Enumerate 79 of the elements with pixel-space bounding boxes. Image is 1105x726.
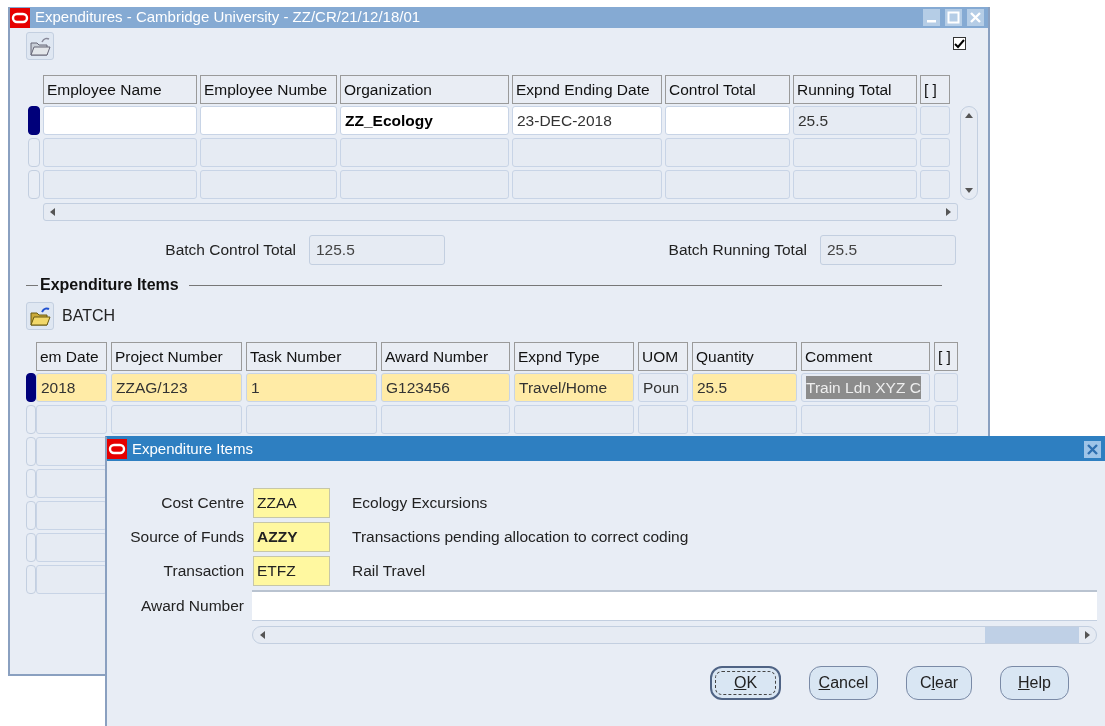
window-title: Expenditures - Cambridge University - ZZ/CR/21/12/18/01 [35, 7, 421, 28]
column-header[interactable]: Expnd Ending Date [512, 75, 662, 104]
table-cell[interactable]: 2018 [36, 373, 107, 402]
left-arrow-icon[interactable] [48, 207, 57, 217]
table-cell [638, 405, 688, 434]
checkmark-icon [954, 38, 965, 49]
field-label: Cost Centre [160, 493, 244, 514]
table-cell [934, 405, 958, 434]
up-arrow-icon[interactable] [964, 111, 974, 119]
column-header[interactable]: UOM [638, 342, 688, 371]
table-cell[interactable]: 1 [246, 373, 377, 402]
field-label: Source of Funds [129, 527, 244, 548]
field-label: Batch Running Total [667, 240, 807, 261]
vertical-scrollbar[interactable] [960, 106, 978, 200]
left-arrow-icon[interactable] [258, 630, 267, 640]
input-field[interactable] [252, 590, 1097, 621]
input-field[interactable]: ZZAA [253, 488, 330, 518]
scrollbar-thumb[interactable] [985, 627, 1079, 643]
table-cell: 25.5 [793, 106, 917, 135]
column-header[interactable]: Quantity [692, 342, 797, 371]
checkbox[interactable] [953, 37, 966, 50]
table-cell[interactable]: 25.5 [692, 373, 797, 402]
column-header[interactable]: Task Number [246, 342, 377, 371]
oracle-logo-icon [10, 7, 30, 28]
table-cell[interactable]: 23-DEC-2018 [512, 106, 662, 135]
table-cell: Poun [638, 373, 688, 402]
batch-folder-button[interactable] [26, 302, 54, 330]
open-folder-button[interactable] [26, 32, 54, 60]
dialog-button[interactable]: Help [1000, 666, 1069, 700]
close-icon[interactable] [967, 9, 984, 26]
table-cell[interactable]: ZZ_Ecology [340, 106, 509, 135]
column-header[interactable]: Employee Numbe [200, 75, 337, 104]
column-header[interactable]: Comment [801, 342, 930, 371]
field-description: Transactions pending allocation to correct coding [352, 527, 689, 548]
field-label: Batch Control Total [164, 240, 296, 261]
text-field[interactable]: 25.5 [820, 235, 956, 265]
field-label: Transaction [162, 561, 244, 582]
table-cell[interactable]: G123456 [381, 373, 510, 402]
close-icon[interactable] [1084, 440, 1101, 458]
table-cell[interactable]: Travel/Home [514, 373, 634, 402]
table-cell [920, 138, 950, 167]
table-cell[interactable]: ZZAG/123 [111, 373, 242, 402]
row-selector[interactable] [28, 106, 40, 135]
column-header[interactable]: Running Total [793, 75, 917, 104]
field-label: Award Number [139, 595, 244, 616]
column-header[interactable]: Expnd Type [514, 342, 634, 371]
dialog-button[interactable]: Cancel [809, 666, 878, 700]
table-cell[interactable] [43, 106, 197, 135]
right-arrow-icon[interactable] [944, 207, 953, 217]
right-arrow-icon[interactable] [1083, 630, 1092, 640]
down-arrow-icon[interactable] [964, 187, 974, 195]
horizontal-scrollbar[interactable] [43, 203, 958, 221]
table-cell [920, 170, 950, 199]
section-title: Expenditure Items [39, 275, 180, 295]
column-header[interactable]: Control Total [665, 75, 790, 104]
dialog-button[interactable]: OK [710, 666, 781, 700]
table-cell[interactable] [665, 106, 790, 135]
table-cell[interactable] [200, 106, 337, 135]
minimize-icon[interactable] [923, 9, 940, 26]
oracle-logo-icon [107, 439, 127, 459]
table-cell [36, 405, 107, 434]
column-header[interactable]: Employee Name [43, 75, 197, 104]
window-title: Expenditure Items [132, 438, 253, 459]
batch-label: BATCH [62, 306, 116, 326]
input-field[interactable]: AZZY [253, 522, 330, 552]
text-field[interactable]: 125.5 [309, 235, 445, 265]
dialog-button[interactable]: Clear [906, 666, 972, 700]
column-header[interactable]: [ ] [934, 342, 958, 371]
column-header[interactable]: em Date [36, 342, 107, 371]
column-header[interactable]: Award Number [381, 342, 510, 371]
maximize-icon[interactable] [945, 9, 962, 26]
row-selector[interactable] [26, 373, 36, 402]
field-description: Rail Travel [352, 561, 426, 582]
field-description: Ecology Excursions [352, 493, 488, 514]
horizontal-scrollbar[interactable] [252, 626, 1097, 644]
column-header[interactable]: Project Number [111, 342, 242, 371]
input-field[interactable]: ETFZ [253, 556, 330, 586]
column-header[interactable]: [ ] [920, 75, 950, 104]
column-header[interactable]: Organization [340, 75, 509, 104]
